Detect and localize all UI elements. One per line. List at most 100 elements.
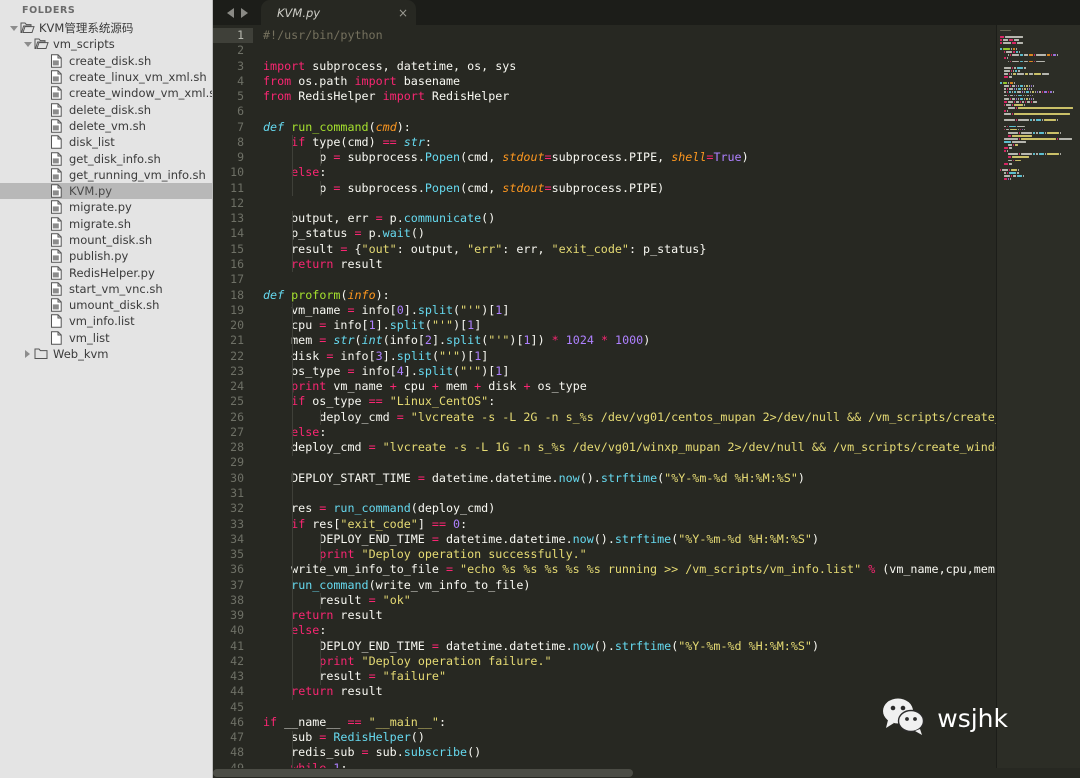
code-line[interactable]: DEPLOY_END_TIME = datetime.datetime.now(…: [263, 532, 1080, 547]
code-line[interactable]: if type(cmd) == str:: [263, 135, 1080, 150]
code-line[interactable]: mem = str(int(info[2].split("'")[1]) * 1…: [263, 333, 1080, 348]
code-line[interactable]: from os.path import basename: [263, 74, 1080, 89]
code-line[interactable]: #!/usr/bin/python: [263, 28, 1080, 43]
tab-nav-arrows[interactable]: [213, 0, 261, 25]
line-number: 6: [237, 104, 244, 119]
line-number: 25: [230, 394, 244, 409]
code-line[interactable]: if os_type == "Linux_CentOS":: [263, 394, 1080, 409]
tree-item-delete_disk.sh[interactable]: delete_disk.sh: [0, 101, 212, 117]
code-line[interactable]: result = "failure": [263, 669, 1080, 684]
tree-item-redishelper.py[interactable]: RedisHelper.py: [0, 264, 212, 280]
code-token: RedisHelper: [291, 89, 383, 104]
code-token: import: [354, 73, 397, 88]
tree-item-vm_scripts[interactable]: vm_scripts: [0, 36, 212, 52]
code-line[interactable]: run_command(write_vm_info_to_file): [263, 578, 1080, 593]
code-line[interactable]: p = subprocess.Popen(cmd, stdout=subproc…: [263, 150, 1080, 165]
chevron-right-icon[interactable]: [22, 346, 33, 362]
code-minimap[interactable]: [996, 25, 1080, 778]
code-line[interactable]: [263, 272, 1080, 287]
tree-item-vm_list[interactable]: vm_list: [0, 330, 212, 346]
arrow-left-icon[interactable]: [226, 7, 234, 18]
code-line[interactable]: DEPLOY_START_TIME = datetime.datetime.no…: [263, 471, 1080, 486]
code-line[interactable]: disk = info[3].split("'")[1]: [263, 349, 1080, 364]
code-line[interactable]: def proform(info):: [263, 288, 1080, 303]
code-line[interactable]: [263, 43, 1080, 58]
code-line[interactable]: [263, 196, 1080, 211]
code-line[interactable]: os_type = info[4].split("'")[1]: [263, 364, 1080, 379]
code-token: datetime.datetime.: [438, 531, 573, 546]
code-line[interactable]: import subprocess, datetime, os, sys: [263, 59, 1080, 74]
folders-sidebar[interactable]: FOLDERS KVM管理系统源码 vm_scripts create_disk.s…: [0, 0, 213, 778]
code-line[interactable]: print "Deploy operation successfully.": [263, 547, 1080, 562]
file-tree[interactable]: KVM管理系统源码 vm_scripts create_disk.sh create_…: [0, 20, 212, 362]
tree-item-kvm.py[interactable]: KVM.py: [0, 182, 212, 200]
code-line[interactable]: res = run_command(deploy_cmd): [263, 501, 1080, 516]
code-line[interactable]: [263, 700, 1080, 715]
code-line[interactable]: else:: [263, 623, 1080, 638]
chevron-down-icon[interactable]: [22, 36, 33, 52]
code-line[interactable]: write_vm_info_to_file = "echo %s %s %s %…: [263, 562, 1080, 577]
arrow-right-icon[interactable]: [240, 7, 248, 18]
code-line[interactable]: DEPLOY_END_TIME = datetime.datetime.now(…: [263, 639, 1080, 654]
tree-item-web_kvm[interactable]: Web_kvm: [0, 346, 212, 362]
code-line[interactable]: def run_command(cmd):: [263, 120, 1080, 135]
tree-item-migrate.sh[interactable]: migrate.sh: [0, 216, 212, 232]
tree-item-umount_disk.sh[interactable]: umount_disk.sh: [0, 297, 212, 313]
code-line[interactable]: redis_sub = sub.subscribe(): [263, 745, 1080, 760]
tree-item-publish.py[interactable]: publish.py: [0, 248, 212, 264]
line-number: 28: [230, 440, 244, 455]
code-area[interactable]: 1 2 3 4 5 6 7 8 9 10 11 12 13 14 15 16 17 18 19 20 21 22 23 24 2…: [213, 25, 1080, 778]
tree-item-mount_disk.sh[interactable]: mount_disk.sh: [0, 232, 212, 248]
code-line[interactable]: result = "ok": [263, 593, 1080, 608]
line-number: 36: [230, 562, 244, 577]
tree-item-disk_list[interactable]: disk_list: [0, 134, 212, 150]
code-token: "lvcreate -s -L 1G -n s_%s /dev/vg01/win…: [382, 440, 1016, 455]
code-line[interactable]: if res["exit_code"] == 0:: [263, 517, 1080, 532]
code-line[interactable]: return result: [263, 608, 1080, 623]
tree-item-delete_vm.sh[interactable]: delete_vm.sh: [0, 118, 212, 134]
tree-item-get_running_vm_info.sh[interactable]: get_running_vm_info.sh: [0, 167, 212, 183]
chevron-down-icon[interactable]: [8, 20, 19, 36]
tree-item-create_linux_vm_xml.sh[interactable]: create_linux_vm_xml.sh: [0, 69, 212, 85]
code-line[interactable]: print vm_name + cpu + mem + disk + os_ty…: [263, 379, 1080, 394]
tree-item-kvm[interactable]: KVM管理系统源码: [0, 20, 212, 36]
code-line[interactable]: deploy_cmd = "lvcreate -s -L 1G -n s_%s …: [263, 440, 1080, 455]
tree-item-get_disk_info.sh[interactable]: get_disk_info.sh: [0, 150, 212, 166]
code-line[interactable]: result = {"out": output, "err": err, "ex…: [263, 242, 1080, 257]
close-icon[interactable]: ×: [380, 7, 408, 19]
code-line[interactable]: else:: [263, 425, 1080, 440]
horizontal-scrollbar[interactable]: [213, 768, 1080, 778]
code-line[interactable]: deploy_cmd = "lvcreate -s -L 2G -n s_%s …: [263, 410, 1080, 425]
code-token: : output,: [396, 241, 468, 256]
code-line[interactable]: return result: [263, 257, 1080, 272]
code-line[interactable]: return result: [263, 684, 1080, 699]
code-line[interactable]: sub = RedisHelper(): [263, 730, 1080, 745]
code-line[interactable]: [263, 486, 1080, 501]
code-content[interactable]: #!/usr/bin/python import subprocess, dat…: [253, 25, 1080, 778]
code-token: (): [481, 211, 496, 226]
tree-item-create_disk.sh[interactable]: create_disk.sh: [0, 53, 212, 69]
code-line[interactable]: from RedisHelper import RedisHelper: [263, 89, 1080, 104]
code-line[interactable]: [263, 104, 1080, 119]
code-line[interactable]: print "Deploy operation failure.": [263, 654, 1080, 669]
code-line[interactable]: else:: [263, 165, 1080, 180]
code-line[interactable]: [263, 455, 1080, 470]
code-line[interactable]: p_status = p.wait(): [263, 226, 1080, 241]
scrollbar-thumb[interactable]: [213, 769, 633, 777]
code-line[interactable]: output, err = p.communicate(): [263, 211, 1080, 226]
tree-item-vm_info.list[interactable]: vm_info.list: [0, 313, 212, 329]
code-token: +: [389, 379, 397, 394]
code-line[interactable]: p = subprocess.Popen(cmd, stdout=subproc…: [263, 181, 1080, 196]
code-token: ().: [593, 531, 615, 546]
tree-item-create_window_vm_xml.sh[interactable]: create_window_vm_xml.sh: [0, 85, 212, 101]
tab-bar[interactable]: KVM.py ×: [213, 0, 1080, 25]
tab-kvm-py[interactable]: KVM.py ×: [261, 0, 416, 25]
code-token: (): [410, 730, 425, 745]
tree-item-migrate.py[interactable]: migrate.py: [0, 199, 212, 215]
code-line[interactable]: vm_name = info[0].split("'")[1]: [263, 303, 1080, 318]
code-line[interactable]: cpu = info[1].split("'")[1]: [263, 318, 1080, 333]
tree-item-start_vm_vnc.sh[interactable]: start_vm_vnc.sh: [0, 281, 212, 297]
code-token: ().: [593, 638, 615, 653]
code-line[interactable]: if __name__ == "__main__":: [263, 715, 1080, 730]
line-number: 14: [230, 226, 244, 241]
